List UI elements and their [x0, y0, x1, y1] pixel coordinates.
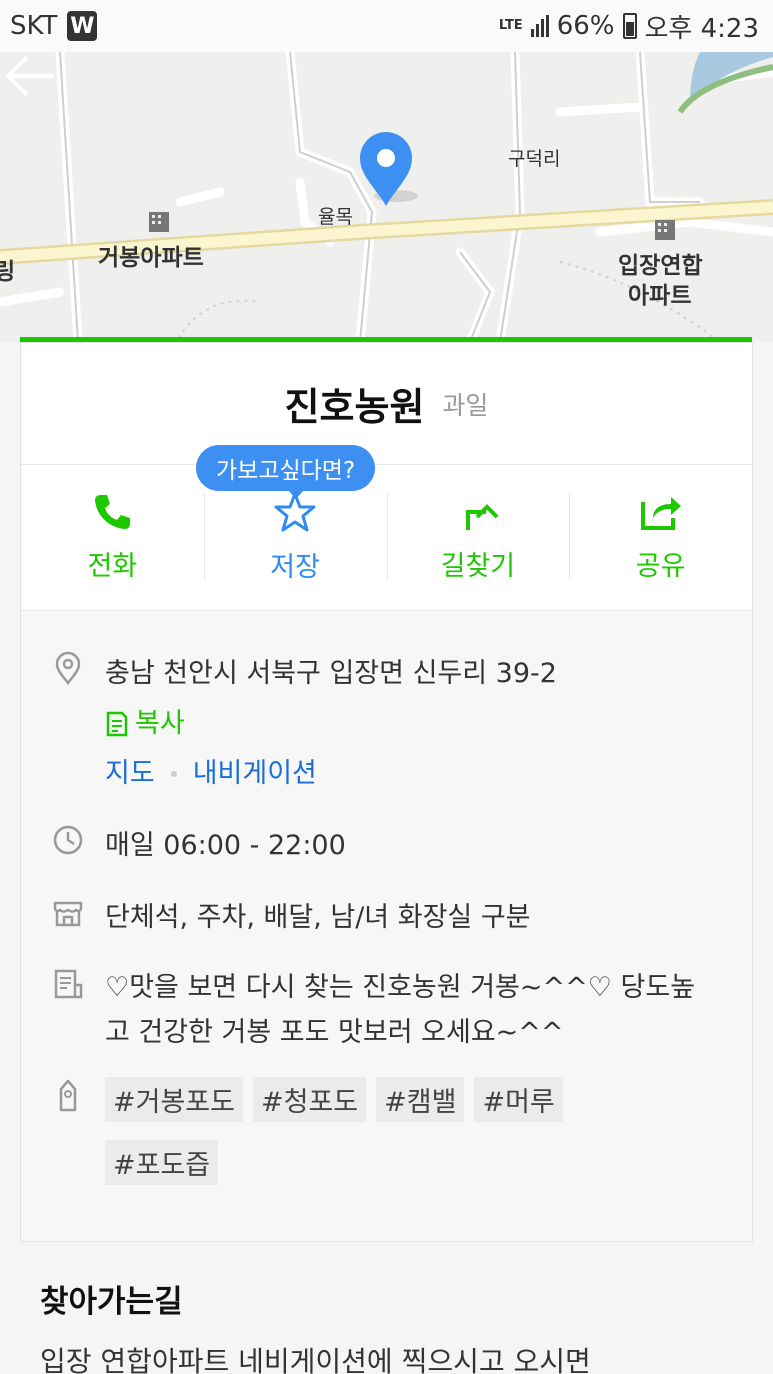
directions-button[interactable]: 길찾기: [386, 465, 570, 610]
battery-percent: 66%: [556, 11, 615, 41]
map-label-district: 구덕리: [508, 148, 561, 170]
map-label-apt-left: 거봉아파트: [98, 245, 204, 271]
save-button[interactable]: 저장: [203, 465, 387, 610]
store-icon: [53, 901, 83, 927]
tag-item[interactable]: #거봉포도: [105, 1077, 243, 1122]
map-link[interactable]: 지도: [105, 749, 155, 799]
tag-item[interactable]: #캠밸: [376, 1077, 465, 1122]
building-icon: [149, 212, 169, 232]
status-left: SKT W: [10, 11, 98, 41]
hours-text: 매일 06:00 - 22:00: [105, 830, 346, 861]
tag-list: #거봉포도 #청포도 #캠밸 #머루 #포도즙: [105, 1077, 665, 1185]
info-section: 충남 천안시 서북구 입장면 신두리 39-2 복사 지도 내비게이션 매일 0…: [21, 611, 752, 1241]
carrier-label: SKT: [10, 11, 58, 41]
place-card: 진호농원 과일 가보고싶다면? 전화 저장 길찾기 공유 충남 천안시 서북구 …: [20, 342, 753, 1242]
directions-section-title: 찾아가는길: [40, 1284, 183, 1320]
map-label-edge: 링: [0, 259, 16, 285]
map-label-apt-right-1: 입장연합: [618, 253, 703, 279]
app-badge-icon: W: [67, 11, 98, 41]
star-icon: [274, 492, 316, 532]
location-icon: [55, 651, 81, 685]
description-row: ♡맛을 보면 다시 찾는 진호농원 거봉~^^♡ 당도높고 건강한 거봉 포도 …: [21, 965, 752, 1055]
facilities-text: 단체석, 주차, 배달, 남/녀 화장실 구분: [105, 902, 531, 933]
battery-icon: [622, 13, 637, 39]
address-text: 충남 천안시 서북구 입장면 신두리 39-2: [105, 658, 557, 689]
building-icon: [655, 220, 675, 240]
back-arrow-icon[interactable]: [0, 52, 56, 100]
facilities-row: 단체석, 주차, 배달, 남/녀 화장실 구분: [21, 893, 752, 943]
place-category: 과일: [442, 390, 489, 420]
hours-row: 매일 06:00 - 22:00: [21, 821, 752, 871]
map-view[interactable]: 링 거봉아파트 율목 구덕리 입장연합 아파트: [0, 52, 773, 342]
directions-section-body: 입장 연합아파트 네비게이션에 찍으시고 오시면: [40, 1345, 591, 1374]
copy-label: 복사: [135, 708, 185, 739]
status-right: LTE 66% 오후 4:23: [499, 8, 759, 45]
share-label: 공유: [635, 551, 686, 582]
map-label-village: 율목: [318, 206, 353, 228]
share-button[interactable]: 공유: [569, 465, 752, 610]
call-label: 전화: [87, 551, 138, 582]
action-bar: 가보고싶다면? 전화 저장 길찾기 공유: [21, 445, 752, 611]
clock-icon: [53, 825, 83, 855]
navigation-link[interactable]: 내비게이션: [193, 749, 317, 799]
title-row: 진호농원 과일: [21, 343, 752, 465]
save-label: 저장: [270, 552, 320, 583]
tag-item[interactable]: #청포도: [252, 1077, 367, 1122]
status-bar: SKT W LTE 66% 오후 4:23: [0, 0, 773, 52]
copy-address-button[interactable]: 복사: [105, 699, 557, 749]
directions-label: 길찾기: [440, 551, 516, 582]
location-pin-icon: [360, 132, 418, 206]
copy-icon: [106, 711, 128, 737]
map-links: 지도 내비게이션: [105, 749, 557, 799]
address-row: 충남 천안시 서북구 입장면 신두리 39-2 복사 지도 내비게이션: [21, 649, 752, 799]
place-name: 진호농원: [284, 385, 425, 429]
share-icon: [640, 497, 681, 530]
tag-item[interactable]: #머루: [474, 1077, 563, 1122]
signal-icon: [530, 15, 549, 37]
phone-icon: [95, 495, 131, 529]
link-separator: [170, 771, 177, 777]
clock: 오후 4:23: [644, 13, 760, 44]
directions-icon: [465, 504, 498, 530]
tag-icon: [59, 1079, 77, 1112]
document-icon: [54, 969, 83, 999]
tags-row: #거봉포도 #청포도 #캠밸 #머루 #포도즙: [21, 1077, 752, 1185]
tag-item[interactable]: #포도즙: [105, 1140, 219, 1185]
map-label-apt-right-2: 아파트: [628, 283, 692, 309]
description-text: ♡맛을 보면 다시 찾는 진호농원 거봉~^^♡ 당도높고 건강한 거봉 포도 …: [105, 972, 696, 1048]
call-button[interactable]: 전화: [21, 465, 204, 610]
network-type: LTE: [498, 18, 523, 33]
